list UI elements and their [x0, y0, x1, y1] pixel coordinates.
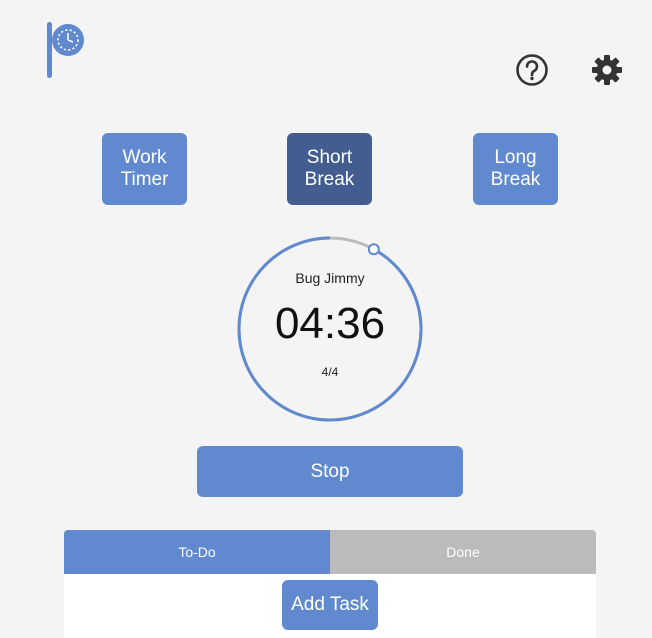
question-circle-icon	[516, 54, 548, 86]
work-timer-label-line1: Work	[122, 147, 167, 168]
app-logo	[44, 20, 88, 82]
timer-progress-knob	[367, 243, 380, 256]
task-panel: To-Do Done Add Task	[64, 530, 596, 638]
stop-button[interactable]: Stop	[197, 446, 463, 497]
timer-countdown: 04:36	[274, 299, 386, 348]
app-root: Work Timer Short Break Long Break Bug Ji…	[0, 0, 652, 638]
timer-dial: Bug Jimmy 04:36 4/4	[234, 233, 426, 425]
settings-button[interactable]	[590, 53, 624, 87]
help-button[interactable]	[515, 53, 549, 87]
tab-done[interactable]: Done	[330, 530, 596, 574]
work-timer-label-line2: Timer	[120, 169, 169, 190]
long-break-button[interactable]: Long Break	[473, 133, 558, 205]
task-tabs: To-Do Done	[64, 530, 596, 574]
gear-icon	[592, 55, 622, 85]
long-break-label-line2: Break	[490, 169, 541, 190]
long-break-label-line1: Long	[494, 147, 537, 168]
work-timer-button[interactable]: Work Timer	[102, 133, 187, 205]
tab-todo[interactable]: To-Do	[64, 530, 330, 574]
pomodoro-flag-logo-icon	[47, 22, 84, 78]
short-break-label-line1: Short	[306, 147, 353, 168]
current-task-name: Bug Jimmy	[295, 270, 365, 286]
session-count: 4/4	[321, 365, 339, 379]
short-break-button[interactable]: Short Break	[287, 133, 372, 205]
add-task-button[interactable]: Add Task	[282, 580, 378, 630]
short-break-label-line2: Break	[304, 169, 355, 190]
